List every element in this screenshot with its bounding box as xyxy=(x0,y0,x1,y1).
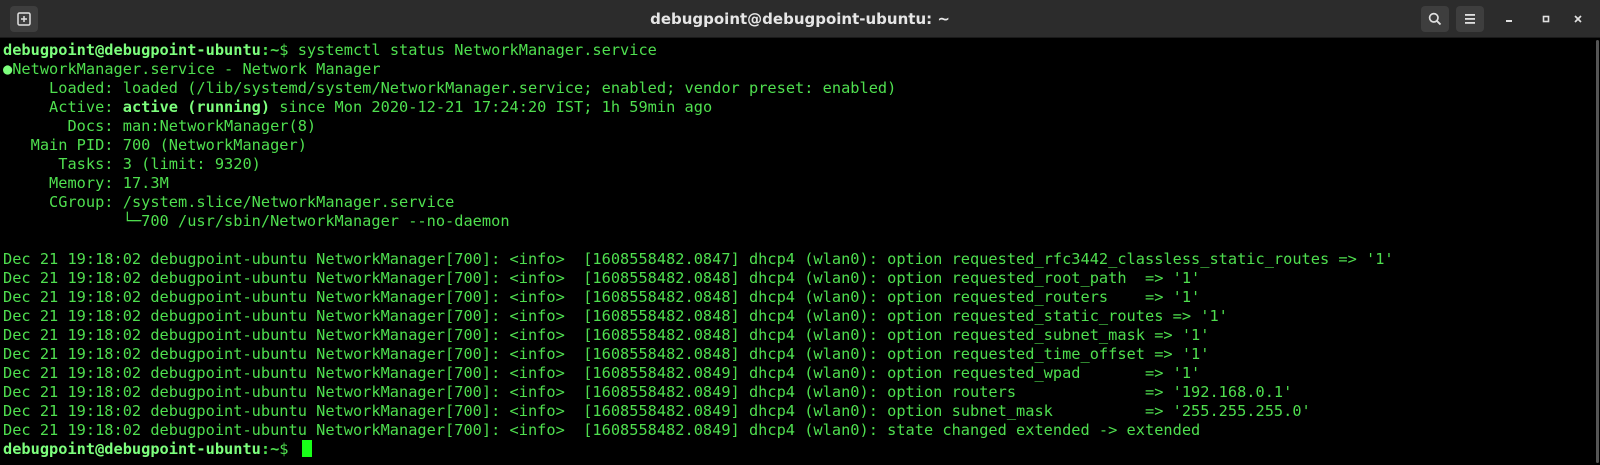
search-icon xyxy=(1428,12,1442,26)
menu-button[interactable] xyxy=(1456,6,1484,32)
loaded-value: loaded (/lib/systemd/system/NetworkManag… xyxy=(122,79,897,97)
service-header: NetworkManager.service - Network Manager xyxy=(12,60,381,78)
prompt-user-host: debugpoint@debugpoint-ubuntu xyxy=(3,41,261,59)
prompt-user-host: debugpoint@debugpoint-ubuntu xyxy=(3,440,261,458)
active-state: active (running) xyxy=(122,98,271,116)
maximize-button[interactable] xyxy=(1533,6,1559,32)
prompt-line[interactable]: debugpoint@debugpoint-ubuntu:~$ xyxy=(3,440,1595,459)
main-pid-value: 700 (NetworkManager) xyxy=(122,136,307,154)
close-button[interactable] xyxy=(1565,6,1591,32)
main-pid-label: Main PID: xyxy=(3,136,123,154)
log-line: Dec 21 19:18:02 debugpoint-ubuntu Networ… xyxy=(3,288,1201,306)
prompt-symbol: $ xyxy=(279,41,298,59)
log-line: Dec 21 19:18:02 debugpoint-ubuntu Networ… xyxy=(3,364,1201,382)
cgroup-value: /system.slice/NetworkManager.service xyxy=(122,193,455,211)
minimize-icon xyxy=(1506,20,1512,22)
search-button[interactable] xyxy=(1421,6,1449,32)
docs-line: Docs: man:NetworkManager(8) xyxy=(3,117,1595,136)
loaded-label: Loaded: xyxy=(3,79,123,97)
tasks-line: Tasks: 3 (limit: 9320) xyxy=(3,155,1595,174)
service-header-line: ●NetworkManager.service - Network Manage… xyxy=(3,60,1595,79)
cgroup-child-line: └─700 /usr/sbin/NetworkManager --no-daem… xyxy=(3,212,510,230)
log-line: Dec 21 19:18:02 debugpoint-ubuntu Networ… xyxy=(3,383,1293,401)
title-bar[interactable]: debugpoint@debugpoint-ubuntu: ~ xyxy=(0,0,1600,38)
loaded-line: Loaded: loaded (/lib/systemd/system/Netw… xyxy=(3,79,1595,98)
prompt-symbol: $ xyxy=(279,440,298,458)
active-since: since Mon 2020-12-21 17:24:20 IST; 1h 59… xyxy=(270,98,713,116)
close-icon xyxy=(1574,15,1582,23)
scrollbar[interactable] xyxy=(1595,38,1600,465)
text-cursor xyxy=(301,440,312,457)
log-line: Dec 21 19:18:02 debugpoint-ubuntu Networ… xyxy=(3,307,1228,325)
main-pid-line: Main PID: 700 (NetworkManager) xyxy=(3,136,1595,155)
log-line: Dec 21 19:18:02 debugpoint-ubuntu Networ… xyxy=(3,402,1311,420)
command-line: debugpoint@debugpoint-ubuntu:~$ systemct… xyxy=(3,41,1595,60)
command-text: systemctl status NetworkManager.service xyxy=(297,41,657,59)
prompt-path: :~ xyxy=(260,440,280,458)
cgroup-line: CGroup: /system.slice/NetworkManager.ser… xyxy=(3,193,1595,212)
memory-line: Memory: 17.3M xyxy=(3,174,1595,193)
docs-label: Docs: xyxy=(3,117,123,135)
log-line: Dec 21 19:18:02 debugpoint-ubuntu Networ… xyxy=(3,250,1394,268)
scrollbar-thumb[interactable] xyxy=(1596,40,1599,463)
cgroup-label: CGroup: xyxy=(3,193,123,211)
log-line: Dec 21 19:18:02 debugpoint-ubuntu Networ… xyxy=(3,345,1210,363)
window-title: debugpoint@debugpoint-ubuntu: ~ xyxy=(650,10,950,28)
terminal-output[interactable]: debugpoint@debugpoint-ubuntu:~$ systemct… xyxy=(0,38,1595,465)
tasks-label: Tasks: xyxy=(3,155,123,173)
minimize-button[interactable] xyxy=(1496,6,1522,32)
docs-value: man:NetworkManager(8) xyxy=(122,117,317,135)
log-line: Dec 21 19:18:02 debugpoint-ubuntu Networ… xyxy=(3,421,1201,439)
tasks-value: 3 (limit: 9320) xyxy=(122,155,261,173)
maximize-icon xyxy=(1542,15,1550,23)
memory-value: 17.3M xyxy=(122,174,169,192)
active-label: Active: xyxy=(3,98,123,116)
hamburger-menu-icon xyxy=(1465,14,1475,24)
status-dot-icon: ● xyxy=(3,60,13,78)
log-line: Dec 21 19:18:02 debugpoint-ubuntu Networ… xyxy=(3,326,1210,344)
terminal-window: debugpoint@debugpoint-ubuntu: ~ debugpoi… xyxy=(0,0,1600,465)
log-line: Dec 21 19:18:02 debugpoint-ubuntu Networ… xyxy=(3,269,1201,287)
prompt-path: :~ xyxy=(260,41,280,59)
active-line: Active: active (running) since Mon 2020-… xyxy=(3,98,1595,117)
memory-label: Memory: xyxy=(3,174,123,192)
